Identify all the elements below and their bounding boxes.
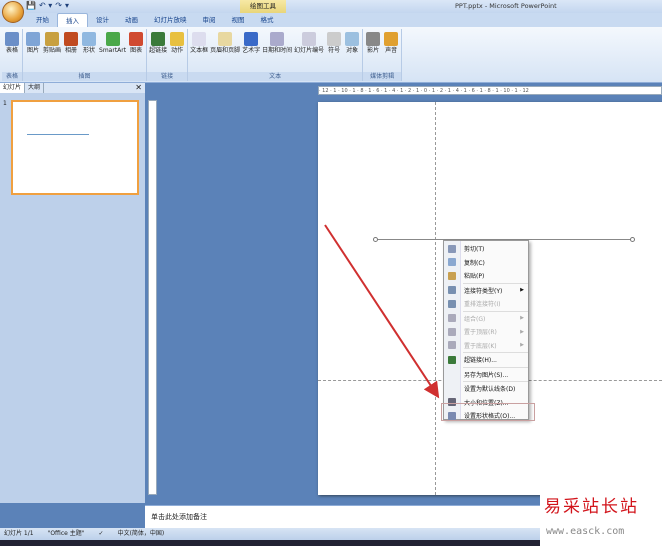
cut-icon	[448, 244, 456, 253]
slide-count: 幻灯片 1/1	[4, 530, 34, 537]
menu-item-label: 剪切(T)	[464, 246, 485, 254]
menu-item-6[interactable]: 置于顶层(R) ▶	[444, 325, 528, 339]
submenu-arrow-icon: ▶	[520, 287, 524, 294]
submenu-arrow-icon: ▶	[520, 342, 524, 349]
menu-item-8[interactable]: 超链接(H)...	[444, 353, 528, 367]
menu-item-label: 设置为默认线条(D)	[464, 386, 516, 394]
menu-item-label: 组合(G)	[464, 315, 486, 323]
menu-item-5[interactable]: 组合(G) ▶	[444, 312, 528, 326]
language: 中文(简体，中国)	[117, 530, 165, 537]
menu-item-label: 连接符类型(Y)	[464, 287, 503, 295]
submenu-arrow-icon: ▶	[520, 315, 524, 322]
menu-item-3[interactable]: 连接符类型(Y) ▶	[444, 284, 528, 298]
context-menu: 剪切(T) 复制(C) 粘贴(P) 连接符类型(Y) ▶ 重排连接符(I) 组合(G) ▶ 置于…	[443, 240, 529, 420]
menu-item-10[interactable]: 设置为默认线条(D)	[444, 382, 528, 396]
menu-item-label: 粘贴(P)	[464, 273, 485, 281]
menu-item-9[interactable]: 另存为图片(S)...	[444, 368, 528, 382]
group-icon	[448, 314, 456, 323]
connector-type-icon	[448, 286, 456, 295]
menu-item-label: 超链接(H)...	[464, 357, 497, 365]
copy-icon	[448, 258, 456, 267]
menu-item-1[interactable]: 复制(C)	[444, 256, 528, 270]
watermark: 易采站长站 www.easck.com	[540, 490, 662, 546]
menu-item-4[interactable]: 重排连接符(I)	[444, 297, 528, 311]
theme-name: "Office 主题"	[47, 530, 85, 537]
menu-item-label: 另存为图片(S)...	[464, 371, 509, 379]
notes-placeholder: 单击此处添加备注	[151, 513, 207, 521]
submenu-arrow-icon: ▶	[520, 328, 524, 335]
menu-item-7[interactable]: 置于底层(K) ▶	[444, 339, 528, 353]
menu-item-label: 复制(C)	[464, 259, 485, 267]
watermark-logo: 易采站长站	[544, 497, 639, 517]
menu-item-label: 置于底层(K)	[464, 342, 497, 350]
reroute-icon	[448, 299, 456, 308]
highlight-box	[441, 403, 535, 421]
menu-item-2[interactable]: 粘贴(P)	[444, 269, 528, 283]
menu-item-label: 置于顶层(R)	[464, 329, 497, 337]
paste-icon	[448, 271, 456, 280]
menu-item-label: 重排连接符(I)	[464, 301, 501, 309]
hyperlink-icon	[448, 355, 456, 364]
spellcheck-icon[interactable]: ✓	[99, 528, 104, 540]
bring-front-icon	[448, 327, 456, 336]
send-back-icon	[448, 341, 456, 350]
annotation-arrow	[324, 224, 440, 399]
office-button[interactable]	[2, 1, 24, 23]
menu-item-0[interactable]: 剪切(T)	[444, 242, 528, 256]
watermark-url: www.easck.com	[546, 526, 625, 537]
